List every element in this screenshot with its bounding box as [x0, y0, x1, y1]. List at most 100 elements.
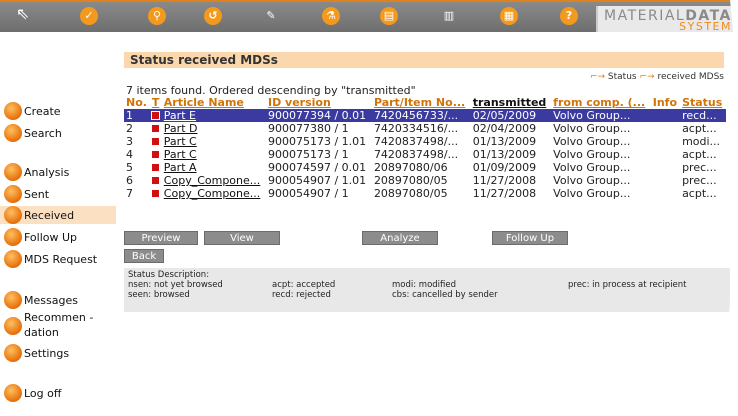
copy-icon[interactable]: ▥: [440, 7, 458, 25]
mds-type-icon: [151, 177, 159, 184]
cell-from-company: Volvo Group...: [553, 187, 631, 200]
cell-from-company: Volvo Group...: [553, 161, 631, 174]
cell-transmitted: 02/04/2009: [472, 122, 537, 135]
cell-info: [650, 109, 681, 122]
help-icon[interactable]: ?: [560, 7, 578, 25]
status-seen: seen: browsed: [128, 290, 190, 300]
results-table: No. T Article Name ID version Part/Item …: [124, 96, 726, 200]
col-type[interactable]: T: [150, 96, 162, 109]
sidebar-item-search[interactable]: Search: [4, 124, 62, 142]
cell-article-name[interactable]: Copy_Compone...: [162, 174, 266, 187]
pen-icon[interactable]: ✎: [262, 7, 280, 25]
cell-part-item-no: 20897080/05: [373, 187, 448, 200]
cell-article-name[interactable]: Copy_Compone...: [162, 187, 266, 200]
orange-dot-icon: [4, 228, 22, 246]
cell-no: 5: [126, 161, 133, 174]
cell-info: [651, 174, 680, 187]
sidebar-item-log-off[interactable]: Log off: [4, 384, 61, 402]
print-icon[interactable]: ▦: [500, 7, 518, 25]
view-button[interactable]: View: [204, 231, 280, 245]
article-link[interactable]: Part E: [164, 109, 196, 122]
article-link[interactable]: Part C: [164, 135, 197, 148]
article-link[interactable]: Copy_Compone...: [164, 174, 260, 187]
col-id-version[interactable]: ID version: [266, 96, 372, 109]
flask-icon[interactable]: ⚗: [322, 7, 340, 25]
cell-id-version: 900054907 / 1.01: [267, 174, 367, 187]
cell-type: [150, 187, 162, 200]
col-from-company[interactable]: from comp. (...: [551, 96, 651, 109]
back-button[interactable]: Back: [124, 249, 164, 263]
cell-type: [149, 109, 162, 122]
cell-no: 2: [126, 122, 133, 135]
article-link[interactable]: Part D: [164, 122, 198, 135]
cell-no: 4: [126, 148, 133, 161]
sidebar-item-label: Messages: [24, 293, 78, 307]
mds-type-icon: [151, 164, 159, 171]
sidebar-item-label: Search: [24, 126, 62, 140]
col-article-name[interactable]: Article Name: [162, 96, 266, 109]
cell-from-company: Volvo Group...: [553, 174, 631, 187]
table-row[interactable]: 4 Part C 900075173 / 1 7420837498/... 01/13/…: [124, 148, 726, 161]
page-title: Status received MDSs: [124, 52, 724, 68]
sidebar-item-analysis[interactable]: Analysis: [4, 163, 69, 181]
sidebar-item-label: Received: [24, 208, 75, 222]
cell-info: [651, 135, 680, 148]
preview-button[interactable]: Preview: [124, 231, 198, 245]
check-icon[interactable]: ✓: [80, 7, 98, 25]
cell-part-item-no: 20897080/05: [373, 174, 448, 187]
table-row[interactable]: 2 Part D 900077380 / 1 7420334516/... 02/04/…: [124, 122, 726, 135]
sidebar-item-recommendation[interactable]: Recommen - dation: [4, 310, 93, 342]
cell-article-name[interactable]: Part A: [162, 161, 266, 174]
table-row[interactable]: 3 Part C 900075173 / 1.01 7420837498/... 01/…: [124, 135, 726, 148]
search-icon[interactable]: ⚲: [148, 7, 166, 25]
main-content: Status received MDSs ⌐→ Status ⌐→ receiv…: [118, 32, 738, 416]
mds-type-icon: [151, 190, 159, 197]
orange-dot-icon: [4, 185, 22, 203]
table-row[interactable]: 1 Part E 900077394 / 0.01 7420456733/... 02/…: [124, 109, 726, 122]
cell-article-name[interactable]: Part E: [161, 109, 266, 122]
sidebar-item-mds-request[interactable]: MDS Request: [4, 250, 97, 268]
sidebar-item-label: Analysis: [24, 165, 70, 179]
sidebar-item-create[interactable]: Create: [4, 102, 61, 120]
sidebar-item-sent[interactable]: Sent: [4, 185, 49, 203]
sidebar-item-label: Follow Up: [24, 230, 78, 244]
analyze-button[interactable]: Analyze: [362, 231, 438, 245]
article-link[interactable]: Part A: [164, 161, 197, 174]
status-desc-title: Status Description:: [128, 270, 210, 280]
sidebar-item-received[interactable]: Received: [0, 206, 116, 224]
cell-info: [651, 187, 680, 200]
status-nsen: nsen: not yet browsed: [128, 280, 223, 290]
article-link[interactable]: Part C: [164, 148, 197, 161]
cell-article-name[interactable]: Part C: [162, 148, 266, 161]
docs-icon[interactable]: ▤: [380, 7, 398, 25]
follow-up-button[interactable]: Follow Up: [492, 231, 568, 245]
sidebar-item-follow-up[interactable]: Follow Up: [4, 228, 77, 246]
cell-type: [150, 161, 162, 174]
cell-article-name[interactable]: Part C: [162, 135, 266, 148]
cell-article-name[interactable]: Part D: [162, 122, 266, 135]
sidebar-item-settings[interactable]: Settings: [4, 344, 69, 362]
mds-type-icon: [151, 125, 159, 132]
arrow-icon: ⌐→: [589, 72, 606, 82]
legend-status: Status: [607, 72, 637, 82]
top-toolbar: ⇖ ✓ ⚲ ↺ ✎ ⚗ ▤ ▥ ▦ ? MATERIALDATA SYSTEM: [0, 0, 738, 33]
sidebar-item-messages[interactable]: Messages: [4, 291, 78, 309]
table-row[interactable]: 6 Copy_Compone... 900054907 / 1.01 20897080…: [124, 174, 726, 187]
col-part-item-no[interactable]: Part/Item No...: [372, 96, 471, 109]
status-recd: recd: rejected: [272, 290, 331, 300]
article-link[interactable]: Copy_Compone...: [164, 187, 260, 200]
col-transmitted[interactable]: transmitted: [471, 96, 551, 109]
cell-transmitted: 11/27/2008: [472, 174, 537, 187]
table-row[interactable]: 7 Copy_Compone... 900054907 / 1 20897080/05…: [124, 187, 726, 200]
cell-id-version: 900054907 / 1: [267, 187, 349, 200]
cell-no: 3: [126, 135, 133, 148]
cell-type: [150, 174, 162, 187]
sidebar-item-label: Sent: [24, 187, 50, 201]
table-row[interactable]: 5 Part A 900074597 / 0.01 20897080/06 01/09/…: [124, 161, 726, 174]
refresh-icon[interactable]: ↺: [204, 7, 222, 25]
orange-dot-icon: [4, 317, 22, 335]
sidebar-item-label: Recommen - dation: [24, 310, 93, 340]
col-no: No.: [126, 96, 147, 109]
cell-transmitted: 11/27/2008: [472, 187, 537, 200]
mouse-cursor-icon: ⇖: [16, 4, 30, 23]
